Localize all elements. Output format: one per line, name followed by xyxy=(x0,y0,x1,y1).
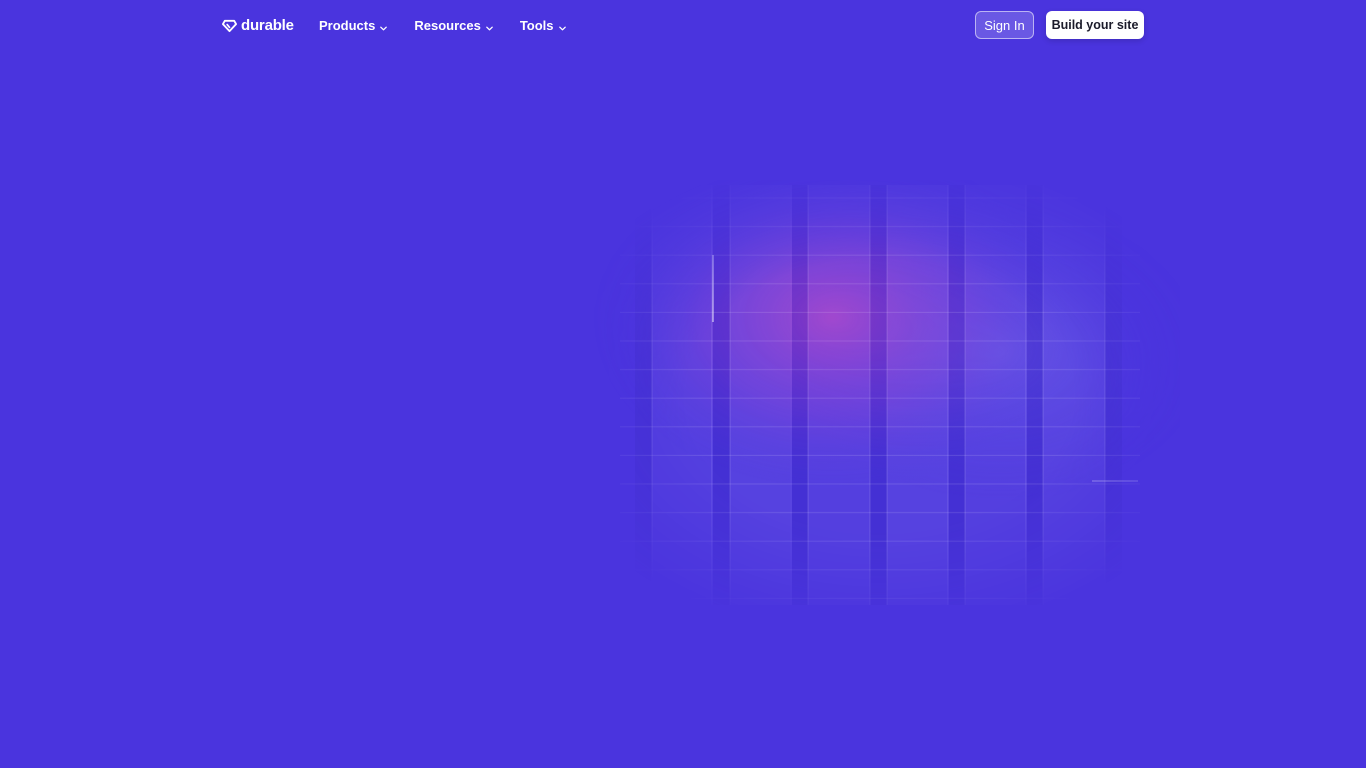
menu-item-products[interactable]: Products xyxy=(319,18,388,33)
menu-item-label: Resources xyxy=(414,17,481,33)
menu-item-label: Tools xyxy=(519,17,554,33)
logo-link[interactable]: durable xyxy=(222,14,294,36)
chevron-down-icon xyxy=(379,21,388,30)
diamond-logo-icon xyxy=(222,18,237,33)
grid-graphic xyxy=(580,180,1180,610)
build-your-site-button[interactable]: Build your site xyxy=(1046,11,1144,39)
menu-item-resources[interactable]: Resources xyxy=(414,18,493,33)
menu-item-label: Products xyxy=(319,17,376,33)
chevron-down-icon xyxy=(558,21,567,30)
top-navigation: durable Products Resources Tools Sign In… xyxy=(0,0,1366,50)
main-menu: Products Resources Tools xyxy=(319,14,593,36)
menu-item-tools[interactable]: Tools xyxy=(520,18,567,33)
chevron-down-icon xyxy=(485,21,494,30)
logo-text: durable xyxy=(241,16,294,34)
page: durable Products Resources Tools Sign In… xyxy=(0,0,1366,768)
hero-grid-illustration xyxy=(560,170,1200,620)
sign-in-button[interactable]: Sign In xyxy=(975,11,1034,39)
